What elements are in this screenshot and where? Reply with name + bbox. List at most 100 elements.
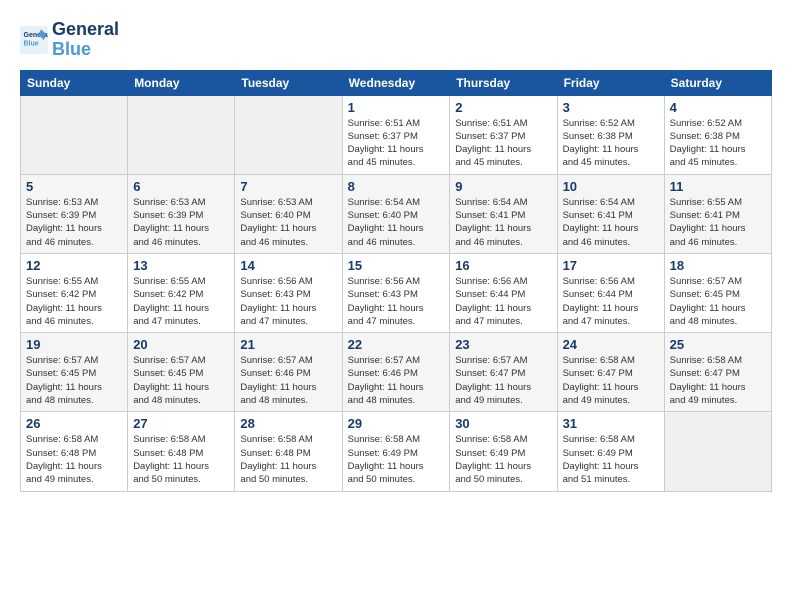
- calendar-cell: 23Sunrise: 6:57 AM Sunset: 6:47 PM Dayli…: [450, 333, 557, 412]
- day-number: 10: [563, 179, 659, 194]
- calendar-table: SundayMondayTuesdayWednesdayThursdayFrid…: [20, 70, 772, 492]
- day-number: 29: [348, 416, 445, 431]
- day-number: 31: [563, 416, 659, 431]
- day-number: 30: [455, 416, 551, 431]
- day-number: 26: [26, 416, 122, 431]
- logo: General Blue GeneralBlue: [20, 20, 119, 60]
- calendar-cell: 31 Sunrise: 6:58 AM Sunset: 6:49 PM Dayli…: [557, 412, 664, 491]
- calendar-cell: 11Sunrise: 6:55 AM Sunset: 6:41 PM Dayli…: [664, 174, 771, 253]
- day-info: Sunrise: 6:56 AM Sunset: 6:44 PM Dayligh…: [563, 275, 659, 328]
- weekday-header-row: SundayMondayTuesdayWednesdayThursdayFrid…: [21, 70, 772, 95]
- day-info: Sunrise: 6:57 AM Sunset: 6:45 PM Dayligh…: [670, 275, 766, 328]
- day-info: Sunrise: 6:58 AM Sunset: 6:48 PM Dayligh…: [133, 433, 229, 486]
- day-info: Sunrise: 6:58 AM Sunset: 6:49 PM Dayligh…: [348, 433, 445, 486]
- calendar-cell: 16 Sunrise: 6:56 AM Sunset: 6:44 PM Dayli…: [450, 253, 557, 332]
- day-number: 13: [133, 258, 229, 273]
- day-number: 18: [670, 258, 766, 273]
- day-info: Sunrise: 6:56 AM Sunset: 6:43 PM Dayligh…: [348, 275, 445, 328]
- calendar-cell: 7 Sunrise: 6:53 AM Sunset: 6:40 PM Daylig…: [235, 174, 342, 253]
- day-info: Sunrise: 6:52 AM Sunset: 6:38 PM Dayligh…: [563, 117, 659, 170]
- calendar-week-1: 1 Sunrise: 6:51 AM Sunset: 6:37 PM Daylig…: [21, 95, 772, 174]
- calendar-cell: 9 Sunrise: 6:54 AM Sunset: 6:41 PM Daylig…: [450, 174, 557, 253]
- day-info: Sunrise: 6:58 AM Sunset: 6:49 PM Dayligh…: [455, 433, 551, 486]
- day-info: Sunrise: 6:54 AM Sunset: 6:41 PM Dayligh…: [455, 196, 551, 249]
- calendar-cell: [128, 95, 235, 174]
- calendar-cell: 14 Sunrise: 6:56 AM Sunset: 6:43 PM Dayli…: [235, 253, 342, 332]
- calendar-cell: 20 Sunrise: 6:57 AM Sunset: 6:45 PM Dayli…: [128, 333, 235, 412]
- day-info: Sunrise: 6:56 AM Sunset: 6:43 PM Dayligh…: [240, 275, 336, 328]
- day-number: 11: [670, 179, 766, 194]
- calendar-cell: 18 Sunrise: 6:57 AM Sunset: 6:45 PM Dayli…: [664, 253, 771, 332]
- day-number: 6: [133, 179, 229, 194]
- calendar-cell: [235, 95, 342, 174]
- day-info: Sunrise: 6:51 AM Sunset: 6:37 PM Dayligh…: [455, 117, 551, 170]
- calendar-cell: 19Sunrise: 6:57 AM Sunset: 6:45 PM Dayli…: [21, 333, 128, 412]
- day-number: 8: [348, 179, 445, 194]
- day-number: 23: [455, 337, 551, 352]
- day-number: 16: [455, 258, 551, 273]
- day-info: Sunrise: 6:57 AM Sunset: 6:45 PM Dayligh…: [26, 354, 122, 407]
- calendar-week-4: 19Sunrise: 6:57 AM Sunset: 6:45 PM Dayli…: [21, 333, 772, 412]
- day-number: 4: [670, 100, 766, 115]
- weekday-header-thursday: Thursday: [450, 70, 557, 95]
- day-info: Sunrise: 6:58 AM Sunset: 6:48 PM Dayligh…: [26, 433, 122, 486]
- day-number: 21: [240, 337, 336, 352]
- day-info: Sunrise: 6:53 AM Sunset: 6:40 PM Dayligh…: [240, 196, 336, 249]
- logo-text: GeneralBlue: [52, 20, 119, 60]
- day-number: 2: [455, 100, 551, 115]
- calendar-cell: 22 Sunrise: 6:57 AM Sunset: 6:46 PM Dayli…: [342, 333, 450, 412]
- calendar-cell: 24 Sunrise: 6:58 AM Sunset: 6:47 PM Dayli…: [557, 333, 664, 412]
- calendar-cell: 12Sunrise: 6:55 AM Sunset: 6:42 PM Dayli…: [21, 253, 128, 332]
- day-info: Sunrise: 6:57 AM Sunset: 6:46 PM Dayligh…: [348, 354, 445, 407]
- calendar-cell: 30 Sunrise: 6:58 AM Sunset: 6:49 PM Dayli…: [450, 412, 557, 491]
- day-number: 15: [348, 258, 445, 273]
- day-number: 20: [133, 337, 229, 352]
- calendar-cell: 8 Sunrise: 6:54 AM Sunset: 6:40 PM Daylig…: [342, 174, 450, 253]
- calendar-cell: 6 Sunrise: 6:53 AM Sunset: 6:39 PM Daylig…: [128, 174, 235, 253]
- calendar-cell: 1 Sunrise: 6:51 AM Sunset: 6:37 PM Daylig…: [342, 95, 450, 174]
- day-number: 1: [348, 100, 445, 115]
- calendar-cell: 15 Sunrise: 6:56 AM Sunset: 6:43 PM Dayli…: [342, 253, 450, 332]
- day-info: Sunrise: 6:51 AM Sunset: 6:37 PM Dayligh…: [348, 117, 445, 170]
- calendar-cell: [664, 412, 771, 491]
- calendar-cell: 26 Sunrise: 6:58 AM Sunset: 6:48 PM Dayli…: [21, 412, 128, 491]
- day-number: 7: [240, 179, 336, 194]
- calendar-cell: 2 Sunrise: 6:51 AM Sunset: 6:37 PM Daylig…: [450, 95, 557, 174]
- calendar-cell: 4 Sunrise: 6:52 AM Sunset: 6:38 PM Daylig…: [664, 95, 771, 174]
- calendar-week-3: 12Sunrise: 6:55 AM Sunset: 6:42 PM Dayli…: [21, 253, 772, 332]
- day-info: Sunrise: 6:53 AM Sunset: 6:39 PM Dayligh…: [133, 196, 229, 249]
- day-number: 24: [563, 337, 659, 352]
- day-number: 5: [26, 179, 122, 194]
- day-number: 25: [670, 337, 766, 352]
- day-number: 17: [563, 258, 659, 273]
- weekday-header-monday: Monday: [128, 70, 235, 95]
- page-header: General Blue GeneralBlue: [20, 20, 772, 60]
- day-info: Sunrise: 6:58 AM Sunset: 6:47 PM Dayligh…: [670, 354, 766, 407]
- day-info: Sunrise: 6:54 AM Sunset: 6:40 PM Dayligh…: [348, 196, 445, 249]
- day-info: Sunrise: 6:58 AM Sunset: 6:48 PM Dayligh…: [240, 433, 336, 486]
- day-info: Sunrise: 6:57 AM Sunset: 6:46 PM Dayligh…: [240, 354, 336, 407]
- day-number: 3: [563, 100, 659, 115]
- calendar-week-2: 5 Sunrise: 6:53 AM Sunset: 6:39 PM Daylig…: [21, 174, 772, 253]
- weekday-header-friday: Friday: [557, 70, 664, 95]
- weekday-header-tuesday: Tuesday: [235, 70, 342, 95]
- weekday-header-saturday: Saturday: [664, 70, 771, 95]
- calendar-cell: 27Sunrise: 6:58 AM Sunset: 6:48 PM Dayli…: [128, 412, 235, 491]
- day-number: 14: [240, 258, 336, 273]
- day-info: Sunrise: 6:54 AM Sunset: 6:41 PM Dayligh…: [563, 196, 659, 249]
- calendar-cell: 29 Sunrise: 6:58 AM Sunset: 6:49 PM Dayli…: [342, 412, 450, 491]
- day-info: Sunrise: 6:55 AM Sunset: 6:42 PM Dayligh…: [26, 275, 122, 328]
- day-info: Sunrise: 6:58 AM Sunset: 6:47 PM Dayligh…: [563, 354, 659, 407]
- day-info: Sunrise: 6:55 AM Sunset: 6:42 PM Dayligh…: [133, 275, 229, 328]
- day-info: Sunrise: 6:52 AM Sunset: 6:38 PM Dayligh…: [670, 117, 766, 170]
- day-info: Sunrise: 6:53 AM Sunset: 6:39 PM Dayligh…: [26, 196, 122, 249]
- day-info: Sunrise: 6:56 AM Sunset: 6:44 PM Dayligh…: [455, 275, 551, 328]
- day-info: Sunrise: 6:57 AM Sunset: 6:45 PM Dayligh…: [133, 354, 229, 407]
- calendar-cell: 10 Sunrise: 6:54 AM Sunset: 6:41 PM Dayli…: [557, 174, 664, 253]
- calendar-cell: 25 Sunrise: 6:58 AM Sunset: 6:47 PM Dayli…: [664, 333, 771, 412]
- day-number: 22: [348, 337, 445, 352]
- day-info: Sunrise: 6:58 AM Sunset: 6:49 PM Dayligh…: [563, 433, 659, 486]
- calendar-cell: 5 Sunrise: 6:53 AM Sunset: 6:39 PM Daylig…: [21, 174, 128, 253]
- calendar-cell: 17 Sunrise: 6:56 AM Sunset: 6:44 PM Dayli…: [557, 253, 664, 332]
- day-number: 9: [455, 179, 551, 194]
